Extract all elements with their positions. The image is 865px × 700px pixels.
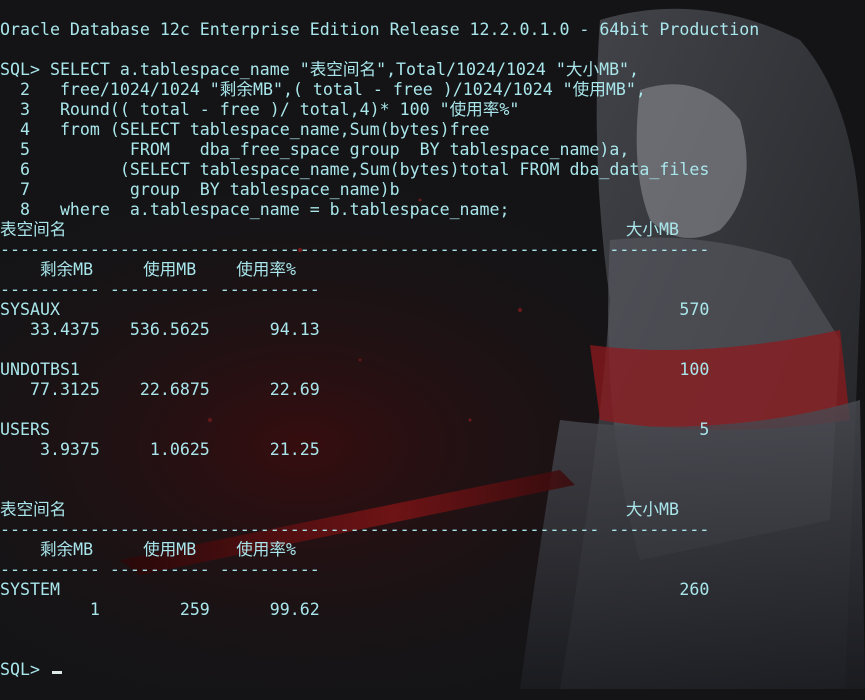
result-line: [0, 620, 759, 640]
sql-query-line: 6 (SELECT tablespace_name,Sum(bytes)tota…: [0, 160, 710, 179]
result-line: 77.3125 22.6875 22.69: [0, 380, 320, 399]
result-line: ----------------------------------------…: [0, 240, 710, 259]
result-line: [0, 460, 759, 480]
sql-query-line: 5 FROM dba_free_space group BY tablespac…: [0, 140, 630, 159]
result-line: [0, 400, 759, 420]
sql-query-line: 8 where a.tablespace_name = b.tablespace…: [0, 200, 510, 219]
sql-query-line: 4 from (SELECT tablespace_name,Sum(bytes…: [0, 120, 490, 139]
result-line: [0, 480, 759, 500]
query-result-block: 表空间名 大小MB -------------------------------…: [0, 220, 759, 660]
sql-query-line: SQL> SELECT a.tablespace_name "表空间名",Tot…: [0, 60, 640, 79]
result-line: USERS 5: [0, 420, 710, 439]
result-line: 1 259 99.62: [0, 600, 320, 619]
result-line: ---------- ---------- ----------: [0, 560, 320, 579]
result-line: 3.9375 1.0625 21.25: [0, 440, 320, 459]
banner-line: Oracle Database 12c Enterprise Edition R…: [0, 20, 760, 39]
terminal-output: Oracle Database 12c Enterprise Edition R…: [0, 0, 759, 700]
result-line: 表空间名 大小MB: [0, 220, 679, 239]
result-line: 33.4375 536.5625 94.13: [0, 320, 320, 339]
prompt-line[interactable]: SQL>: [0, 660, 759, 680]
text-cursor: [51, 671, 62, 674]
sql-query-block: SQL> SELECT a.tablespace_name "表空间名",Tot…: [0, 60, 759, 220]
sql-query-line: 7 group BY tablespace_name)b: [0, 180, 400, 199]
sql-query-line: 2 free/1024/1024 "剩余MB",( total - free )…: [0, 80, 646, 99]
result-line: [0, 640, 759, 660]
sql-prompt: SQL>: [0, 660, 50, 679]
result-line: SYSAUX 570: [0, 300, 710, 319]
result-line: 剩余MB 使用MB 使用率%: [0, 260, 296, 279]
result-line: ---------- ---------- ----------: [0, 280, 320, 299]
result-line: 表空间名 大小MB: [0, 500, 679, 519]
result-line: UNDOTBS1 100: [0, 360, 710, 379]
result-line: 剩余MB 使用MB 使用率%: [0, 540, 296, 559]
result-line: SYSTEM 260: [0, 580, 710, 599]
sql-query-line: 3 Round(( total - free )/ total,4)* 100 …: [0, 100, 520, 119]
result-line: [0, 340, 759, 360]
result-line: ----------------------------------------…: [0, 520, 710, 539]
